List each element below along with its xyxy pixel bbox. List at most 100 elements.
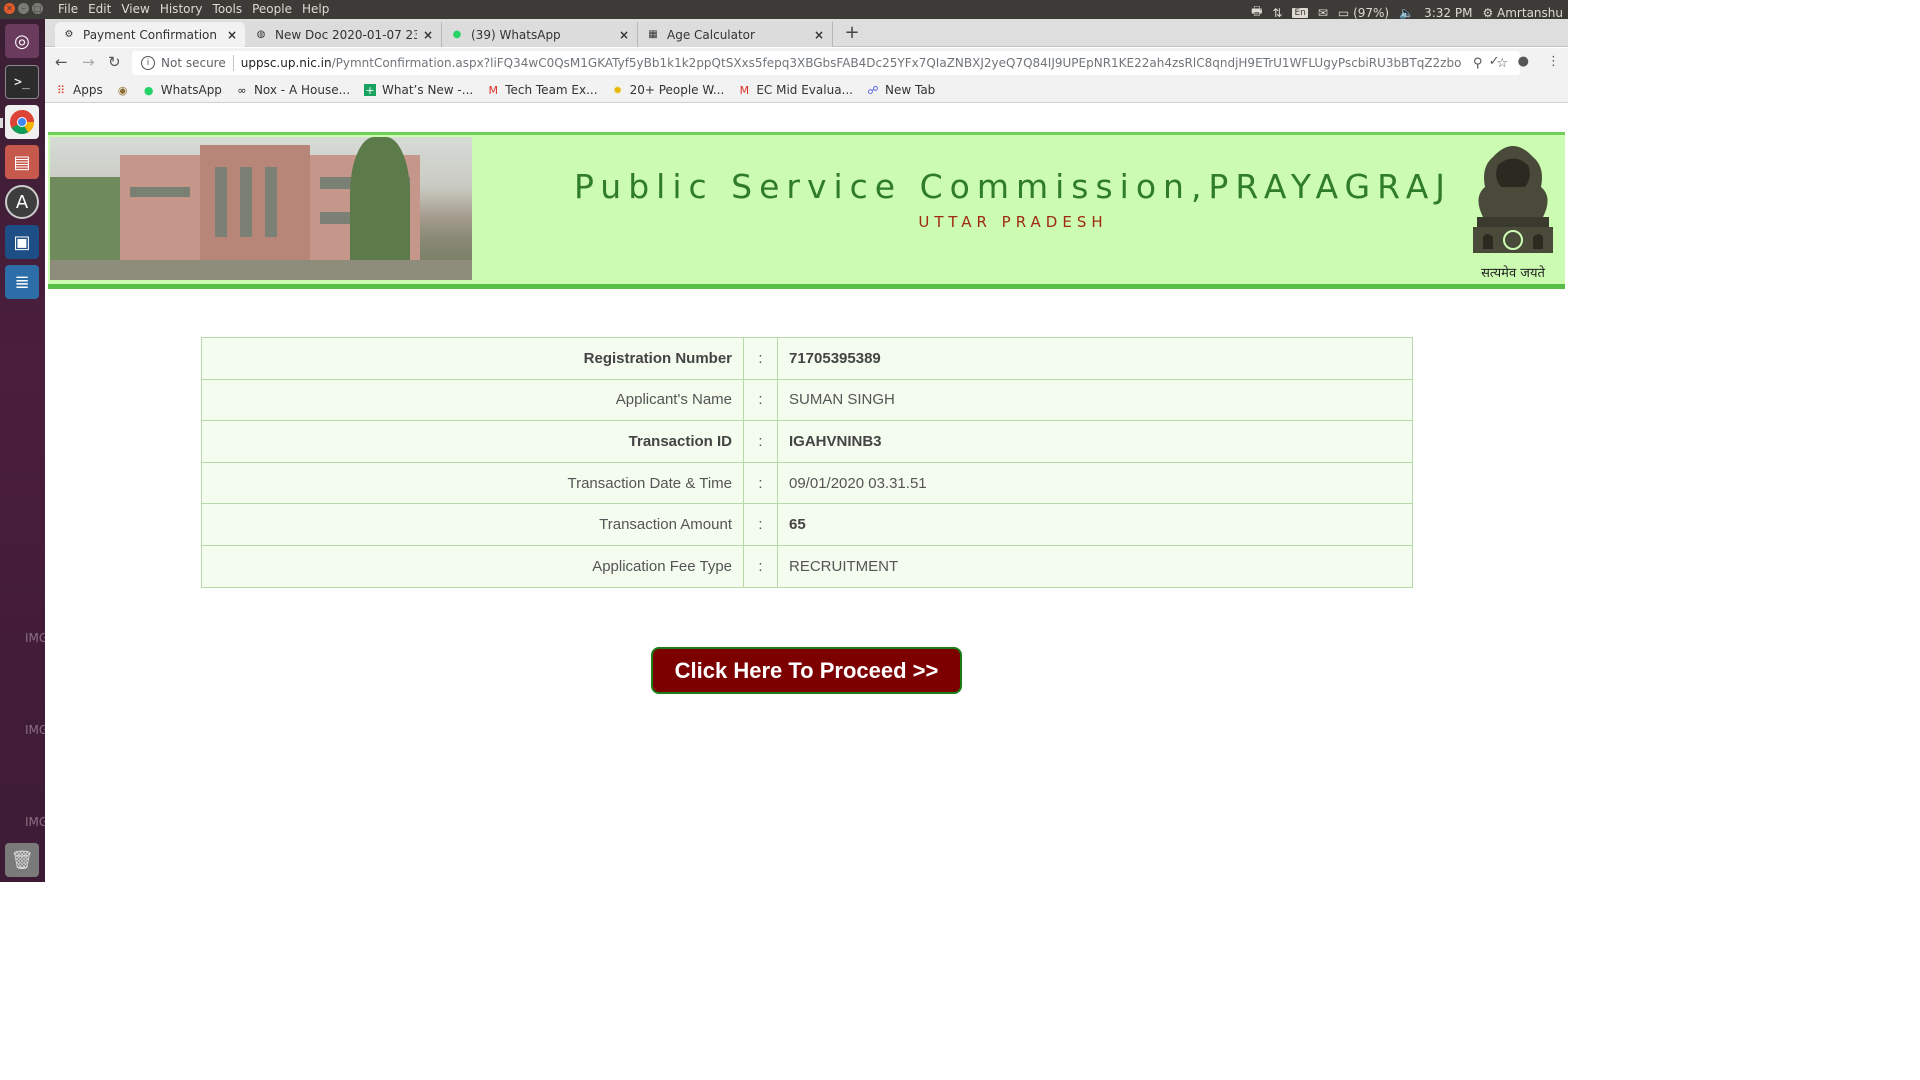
bookmark-20-people[interactable]: ✹ 20+ People W...: [612, 83, 724, 97]
menu-kebab-icon[interactable]: ⋮: [1547, 54, 1560, 69]
software-updater-icon[interactable]: A: [5, 185, 39, 219]
session-menu[interactable]: ⚙ Amrtanshu: [1482, 6, 1563, 20]
close-tab-icon[interactable]: ×: [423, 28, 433, 42]
application-fee-type-value: RECRUITMENT: [777, 544, 1413, 588]
separator: :: [743, 337, 778, 380]
battery-indicator[interactable]: ▭ (97%): [1338, 6, 1389, 20]
menu-file[interactable]: File: [58, 2, 78, 16]
zoom-icon[interactable]: ⚲: [1473, 56, 1483, 71]
volume-muted-icon[interactable]: 🔈: [1399, 6, 1414, 20]
mail-icon[interactable]: ✉: [1318, 6, 1328, 20]
image-viewer-icon[interactable]: ▣: [5, 225, 39, 259]
bulb-icon: ✹: [612, 83, 623, 97]
not-secure-label[interactable]: Not secure: [161, 56, 226, 70]
sdcard-icon: ◉: [117, 83, 128, 97]
address-bar[interactable]: i Not secure uppsc.up.nic.in /PymntConfi…: [132, 51, 1520, 75]
files-icon[interactable]: ▤: [5, 145, 39, 179]
commission-building-photo: [50, 137, 472, 280]
gear-icon: ⚙: [1482, 5, 1494, 20]
network-arrows-icon[interactable]: ⇅: [1272, 6, 1282, 20]
whatsapp-icon: ●: [143, 83, 154, 97]
separator: :: [743, 544, 778, 588]
minimize-window-icon[interactable]: –: [18, 3, 29, 14]
separator: :: [743, 420, 778, 463]
newtab-icon: ☍: [867, 83, 879, 97]
plus-icon: +: [364, 83, 377, 97]
ubuntu-icon[interactable]: ◎: [5, 24, 39, 58]
toolbar-right: ✓ ● ⋮: [1489, 54, 1560, 69]
lion-capital-icon: [1473, 146, 1553, 253]
terminal-icon[interactable]: >_: [5, 65, 39, 99]
close-tab-icon[interactable]: ×: [814, 28, 824, 42]
document-viewer-icon[interactable]: ≣: [5, 265, 39, 299]
user-name: Amrtanshu: [1497, 5, 1563, 20]
tab-label: Payment Confirmation Pa: [83, 27, 221, 42]
tab-new-doc[interactable]: ◍ New Doc 2020-01-07 23.1 ×: [247, 22, 442, 47]
transaction-amount-label: Transaction Amount: [201, 503, 744, 546]
profile-avatar-icon[interactable]: ●: [1518, 54, 1529, 69]
tab-age-calculator[interactable]: ▦ Age Calculator ×: [639, 22, 833, 47]
battery-icon: ▭: [1337, 5, 1350, 20]
close-tab-icon[interactable]: ×: [227, 28, 237, 42]
menu-tools[interactable]: Tools: [213, 2, 243, 16]
bookmark-ec-mid[interactable]: M EC Mid Evalua...: [738, 83, 853, 97]
plus-icon: +: [844, 22, 860, 43]
keyboard-layout-indicator[interactable]: En: [1292, 7, 1308, 18]
tab-label: (39) WhatsApp: [471, 27, 561, 42]
bookmark-nox[interactable]: ∞ Nox - A House...: [236, 83, 350, 97]
clock[interactable]: 3:32 PM: [1424, 6, 1472, 20]
menu-people[interactable]: People: [252, 2, 292, 16]
bookmark-label: What’s New -...: [382, 83, 474, 97]
tab-label: New Doc 2020-01-07 23.1: [275, 27, 417, 42]
bookmark-sdcard[interactable]: ◉: [117, 83, 129, 97]
gmail-icon: M: [488, 83, 498, 97]
chrome-icon[interactable]: [5, 105, 39, 139]
trash-icon[interactable]: 🗑: [5, 843, 39, 877]
gmail-icon: M: [739, 83, 750, 97]
separator: :: [743, 461, 778, 505]
bookmark-whats-new[interactable]: + What’s New -...: [364, 83, 473, 97]
back-arrow-icon[interactable]: ←: [55, 53, 68, 71]
table-row: Applicant's Name : SUMAN SINGH: [201, 378, 1413, 422]
maximize-window-icon[interactable]: □: [32, 3, 43, 14]
calculator-icon: ▦: [648, 29, 658, 40]
header-banner: Public Service Commission,PRAYAGRAJ UTTA…: [48, 132, 1565, 289]
building-window: [240, 167, 252, 237]
info-icon[interactable]: i: [141, 56, 155, 70]
proceed-button[interactable]: Click Here To Proceed >>: [651, 647, 962, 694]
payment-details-table: Registration Number : 71705395389 Applic…: [201, 337, 1413, 588]
extension-check-icon[interactable]: ✓: [1489, 54, 1500, 69]
bookmark-label: New Tab: [885, 83, 936, 97]
applicant-name-value: SUMAN SINGH: [777, 378, 1413, 422]
reload-icon[interactable]: ↻: [108, 53, 121, 71]
menu-view[interactable]: View: [121, 2, 149, 16]
registration-number-value: 71705395389: [777, 337, 1413, 380]
separator: :: [743, 503, 778, 546]
browser-tab-strip: ⚙ Payment Confirmation Pa × ◍ New Doc 20…: [45, 19, 1568, 47]
menu-edit[interactable]: Edit: [88, 2, 111, 16]
bookmark-whatsapp[interactable]: ● WhatsApp: [143, 83, 222, 97]
ground-shape: [50, 260, 472, 280]
close-window-icon[interactable]: ✕: [4, 3, 15, 14]
bookmark-label: WhatsApp: [160, 83, 222, 97]
menu-help[interactable]: Help: [302, 2, 329, 16]
new-tab-button[interactable]: +: [841, 23, 863, 43]
bookmark-apps[interactable]: ⠿ Apps: [55, 83, 103, 97]
tab-payment-confirmation[interactable]: ⚙ Payment Confirmation Pa ×: [55, 22, 245, 47]
bookmark-new-tab[interactable]: ☍ New Tab: [867, 83, 935, 97]
forward-arrow-icon[interactable]: →: [82, 53, 95, 71]
bookmark-tech-team[interactable]: M Tech Team Ex...: [487, 83, 597, 97]
tab-whatsapp[interactable]: ● (39) WhatsApp ×: [443, 22, 638, 47]
web-page: Public Service Commission,PRAYAGRAJ UTTA…: [45, 104, 1568, 882]
table-row: Registration Number : 71705395389: [201, 337, 1413, 380]
transaction-datetime-value: 09/01/2020 03.31.51: [777, 461, 1413, 505]
bookmark-label: EC Mid Evalua...: [756, 83, 853, 97]
national-emblem: सत्यमेव जयते: [1463, 137, 1563, 285]
menu-history[interactable]: History: [160, 2, 203, 16]
emblem-motto: सत्यमेव जयते: [1481, 266, 1545, 281]
transaction-amount-value: 65: [777, 503, 1413, 546]
table-row: Transaction ID : IGAHVNINB3: [201, 420, 1413, 463]
close-tab-icon[interactable]: ×: [619, 28, 629, 42]
url-host: uppsc.up.nic.in: [240, 56, 332, 70]
bookmarks-bar: ⠿ Apps ◉ ● WhatsApp ∞ Nox - A House... + Wha…: [45, 78, 1568, 103]
